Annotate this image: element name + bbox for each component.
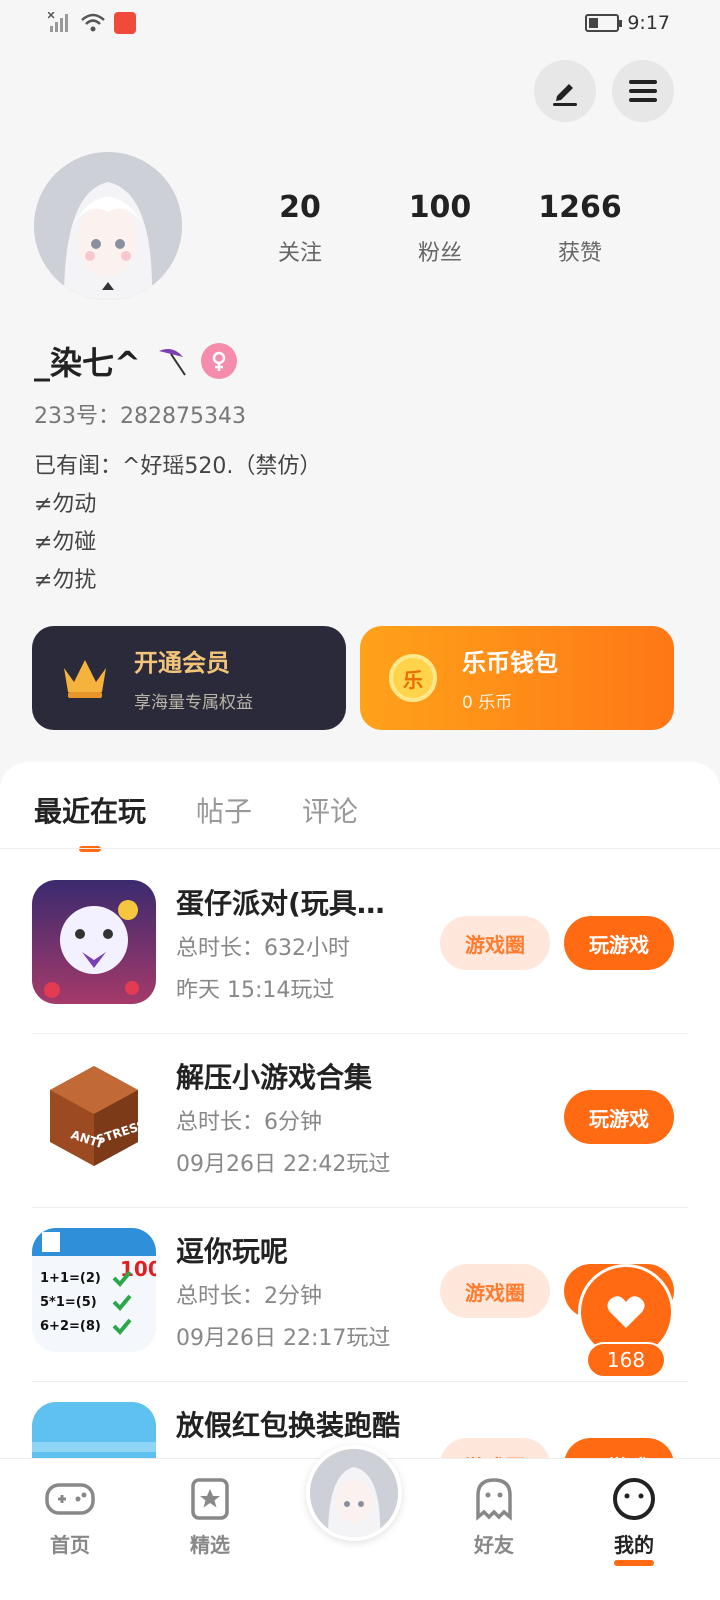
stat-value: 1266 [538,190,622,225]
wallet-subtitle: 0 乐币 [462,693,513,713]
user-id: 233号：282875343 [34,404,246,429]
game-duration: 总时长：2分钟 [176,1284,322,1309]
stat-label: 关注 [277,241,322,266]
game-title: 解压小游戏合集 [176,1061,373,1094]
bio-line: 已有闺：^好瑶520.（禁仿） [34,454,322,479]
vip-subtitle: 享海量专属权益 [134,693,253,713]
heart-icon [607,1296,645,1328]
stat-following[interactable]: 20 关注 [230,190,370,267]
crown-icon [60,653,110,703]
nav-friends[interactable]: 好友 [444,1475,544,1558]
avatar[interactable] [34,152,182,300]
bio: 已有闺：^好瑶520.（禁仿） ≠勿动 ≠勿碰 ≠勿扰 [34,448,321,600]
game-duration: 总时长：632小时 [176,936,350,961]
stat-label: 粉丝 [417,241,462,266]
tab-recent-played[interactable]: 最近在玩 [34,790,146,852]
tabs-divider [0,848,720,849]
game-title: 放假红包换装跑酷 [176,1409,401,1442]
app-badge-icon [114,12,136,34]
game-last-played: 09月26日 22:42玩过 [176,1152,391,1177]
bio-line: ≠勿动 [34,492,97,517]
game-icon[interactable]: 1+1=(2) 5*1=(5) 6+2=(8) 100 [32,1228,156,1352]
vip-card-text: 开通会员 享海量专属权益 [134,643,253,713]
wallet-card-text: 乐币钱包 0 乐币 [462,643,558,713]
list-item[interactable]: 蛋仔派对(玩具… 总时长：632小时 昨天 15:14玩过 游戏圈 玩游戏 [0,860,720,1034]
wallet-card[interactable]: 乐 乐币钱包 0 乐币 [360,626,674,730]
gender-female-icon [200,343,237,379]
game-icon[interactable]: ANTI STRESS [32,1054,156,1178]
wifi-icon [81,13,105,32]
game-icon[interactable] [32,880,156,1004]
stat-value: 100 [408,190,472,225]
status-right: 9:17 [585,12,670,34]
pen-icon [553,84,577,106]
coin-glyph: 乐 [389,654,437,702]
username: _染七^ [34,344,141,382]
signal-icon [48,12,68,32]
stat-label: 获赞 [557,241,602,266]
icon-text-eq2: 5*1=(5) [40,1295,97,1310]
game-duration: 总时长：6分钟 [176,1110,322,1135]
status-time: 9:17 [627,12,670,34]
icon-text-eq3: 6+2=(8) [40,1319,101,1334]
game-community-button[interactable]: 游戏圈 [440,916,550,970]
nav-label: 首页 [50,1533,90,1557]
nav-center-avatar[interactable] [306,1445,402,1541]
tab-posts[interactable]: 帖子 [196,790,252,852]
bio-line: ≠勿扰 [34,568,97,593]
star-card-icon [184,1475,236,1523]
ghost-icon [468,1475,520,1523]
nav-label: 精选 [190,1533,230,1557]
list-item[interactable]: ANTI STRESS 解压小游戏合集 总时长：6分钟 09月26日 22:42… [0,1034,720,1208]
play-game-button[interactable]: 玩游戏 [564,1090,674,1144]
game-last-played: 昨天 15:14玩过 [176,978,335,1003]
coin-icon: 乐 [388,653,438,703]
smiley-face-icon [608,1475,660,1523]
gamepad-icon [44,1475,96,1523]
vip-title: 开通会员 [134,649,230,677]
tabs: 最近在玩 帖子 评论 [34,790,358,852]
hamburger-menu-icon [629,80,657,102]
nav-home[interactable]: 首页 [20,1475,120,1558]
game-title: 蛋仔派对(玩具… [176,887,385,920]
stat-value: 20 [279,190,321,225]
bio-line: ≠勿碰 [34,530,97,555]
stat-followers[interactable]: 100 粉丝 [370,190,510,267]
game-community-button[interactable]: 游戏圈 [440,1264,550,1318]
anime-avatar-image [34,152,182,300]
wallet-title: 乐币钱包 [462,649,558,677]
nav-me[interactable]: 我的 [584,1475,684,1566]
anime-avatar-image [310,1449,398,1537]
menu-button[interactable] [612,60,674,122]
vip-card[interactable]: 开通会员 享海量专属权益 [32,626,346,730]
umbrella-icon [158,349,186,376]
nav-label: 我的 [584,1529,684,1566]
battery-icon [585,14,623,32]
like-count-badge: 168 [586,1342,666,1378]
profile-stats: 20 关注 100 粉丝 1266 获赞 [230,190,650,267]
bottom-nav: 首页 精选 好友 我的 [0,1445,720,1600]
status-bar: 9:17 [0,0,720,48]
edit-profile-button[interactable] [534,60,596,122]
tab-comments[interactable]: 评论 [302,790,358,852]
nav-featured[interactable]: 精选 [160,1475,260,1558]
game-last-played: 09月26日 22:17玩过 [176,1326,391,1351]
username-row: _染七^ [34,338,237,384]
nav-label: 好友 [474,1533,514,1557]
play-game-button[interactable]: 玩游戏 [564,916,674,970]
status-left [48,12,136,34]
icon-text-eq1: 1+1=(2) [40,1271,101,1286]
game-title: 逗你玩呢 [176,1235,289,1268]
stat-likes[interactable]: 1266 获赞 [510,190,650,267]
